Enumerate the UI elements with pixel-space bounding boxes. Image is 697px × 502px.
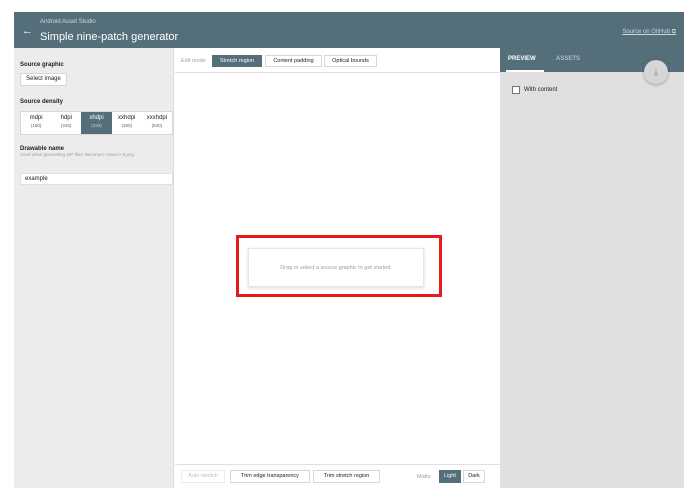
app-header: ← Android Asset Studio Simple nine-patch… <box>14 12 684 48</box>
active-tab-indicator <box>506 70 544 72</box>
edit-mode-label: Edit mode <box>181 58 206 64</box>
matte-light-button[interactable]: Light <box>439 470 461 483</box>
matte-dark-button[interactable]: Dark <box>463 470 485 483</box>
editor-canvas: Edit mode Stretch region Content padding… <box>175 48 500 488</box>
github-link[interactable]: Source on GitHub ⧉ <box>622 29 676 36</box>
app-subtitle: Android Asset Studio <box>40 19 96 25</box>
source-density-label: Source density <box>20 99 64 105</box>
density-option-xxhdpi[interactable]: xxhdpi (480) <box>112 112 142 134</box>
edit-mode-toolbar: Edit mode Stretch region Content padding… <box>175 48 500 73</box>
settings-panel: Source graphic Select image Source densi… <box>14 48 174 488</box>
trim-edge-transparency-button[interactable]: Trim edge transparency <box>230 470 310 483</box>
highlight-box <box>236 235 442 297</box>
trim-stretch-region-button[interactable]: Trim stretch region <box>313 470 380 483</box>
select-image-button[interactable]: Select image <box>20 73 67 86</box>
with-content-checkbox[interactable] <box>512 86 520 94</box>
mode-content-padding-button[interactable]: Content padding <box>265 55 322 67</box>
source-graphic-label: Source graphic <box>20 62 64 68</box>
mode-stretch-region-button[interactable]: Stretch region <box>212 55 262 67</box>
with-content-label: With content <box>524 87 558 93</box>
download-icon: ⤓ <box>654 67 658 77</box>
download-button[interactable]: ⤓ <box>644 60 668 84</box>
drawable-name-hint: Used when generating ZIP files. Becomes … <box>20 152 134 157</box>
tab-assets[interactable]: ASSETS <box>556 56 580 62</box>
mode-optical-bounds-button[interactable]: Optical bounds <box>324 55 377 67</box>
auto-stretch-button[interactable]: Auto-stretch <box>181 470 225 483</box>
density-option-hdpi[interactable]: hdpi (240) <box>51 112 81 134</box>
preview-panel: PREVIEW ASSETS ⤓ With content <box>500 48 684 488</box>
back-arrow-icon[interactable]: ← <box>22 26 33 37</box>
density-option-xxxhdpi[interactable]: xxxhdpi (640) <box>142 112 172 134</box>
external-link-icon: ⧉ <box>671 29 676 35</box>
density-option-xhdpi[interactable]: xhdpi (320) <box>81 112 112 134</box>
tab-preview[interactable]: PREVIEW <box>508 56 536 62</box>
density-option-mdpi[interactable]: mdpi (160) <box>21 112 51 134</box>
matte-label: Matte <box>417 474 431 480</box>
bottom-toolbar: Auto-stretch Trim edge transparency Trim… <box>175 464 500 488</box>
page-title: Simple nine-patch generator <box>40 31 179 43</box>
drawable-name-input[interactable]: example <box>20 173 173 185</box>
density-selector: mdpi (160) hdpi (240) xhdpi (320) xxhdpi… <box>20 111 173 135</box>
